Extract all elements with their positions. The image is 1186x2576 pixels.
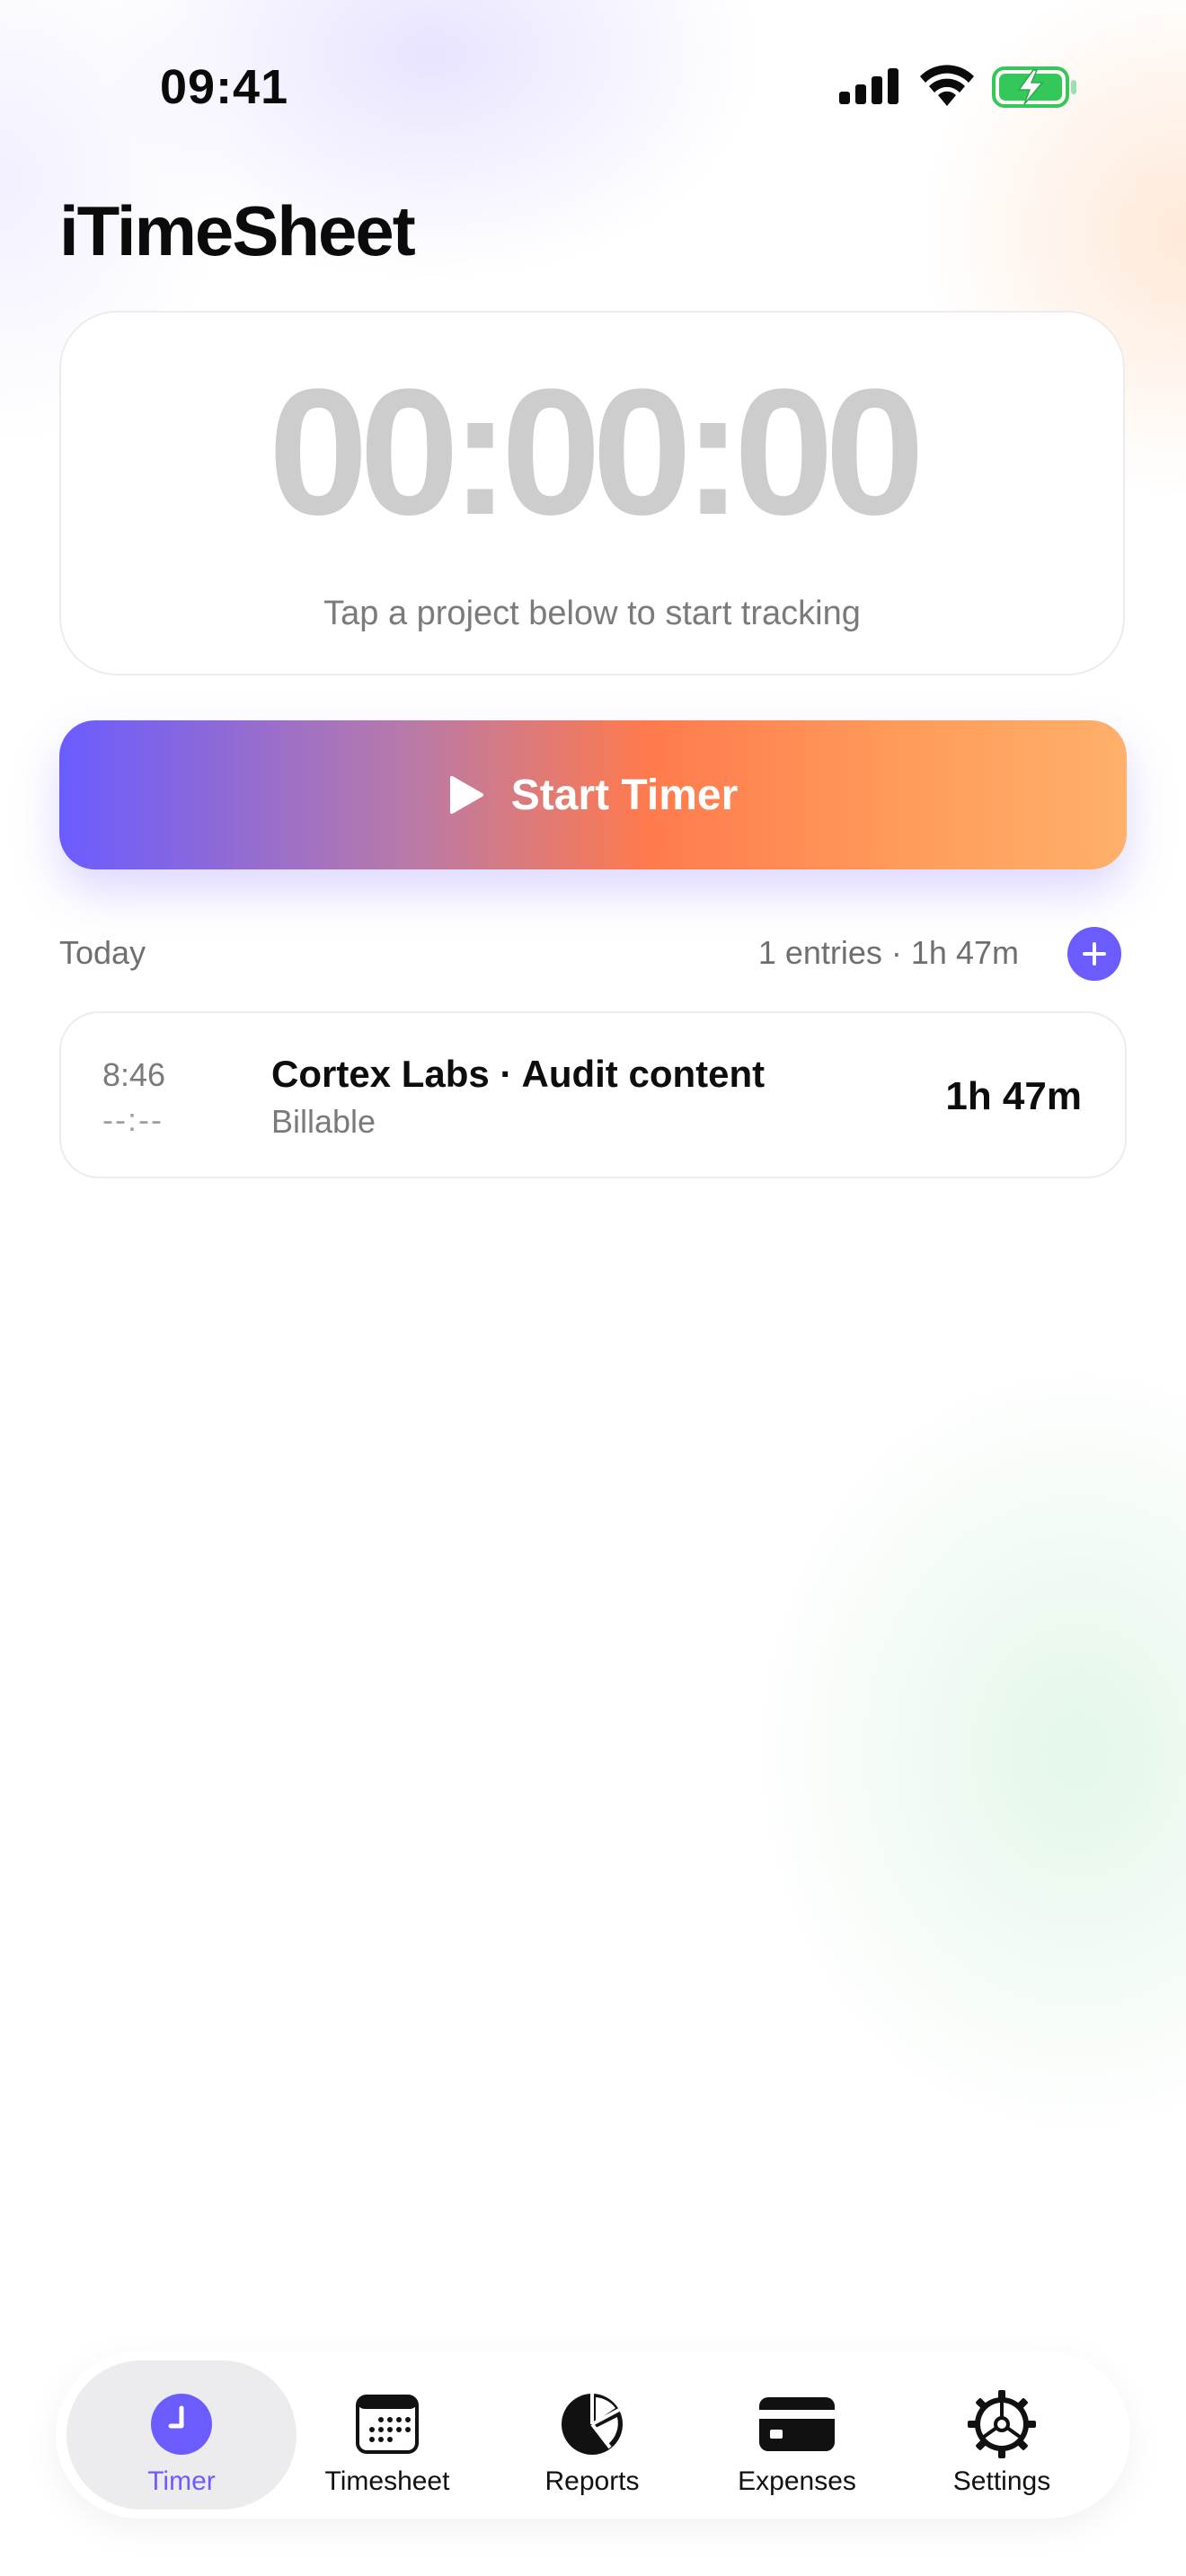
cellular-signal-icon	[839, 68, 898, 104]
tab-reports[interactable]: Reports	[489, 2360, 695, 2510]
play-icon	[449, 776, 483, 814]
start-timer-label: Start Timer	[510, 771, 739, 819]
time-entry-row[interactable]: 8:46 --:-- Cortex Labs · Audit content B…	[59, 1011, 1127, 1178]
tab-timesheet[interactable]: Timesheet	[284, 2360, 491, 2510]
battery-charging-icon	[992, 66, 1076, 108]
entry-duration: 1h 47m	[945, 1074, 1082, 1118]
tab-timer[interactable]: Timer	[66, 2360, 296, 2510]
tab-settings[interactable]: Settings	[898, 2360, 1105, 2510]
today-summary: 1 entries · 1h 47m	[757, 934, 1019, 971]
tab-expenses-label: Expenses	[738, 2466, 856, 2496]
timer-display: 00:00:00	[268, 352, 925, 552]
entry-title: Cortex Labs · Audit content	[271, 1053, 766, 1095]
entry-end-time: --:--	[102, 1101, 164, 1138]
timer-card: 00:00:00 Tap a project below to start tr…	[59, 311, 1125, 675]
gear-icon	[968, 2390, 1036, 2458]
tab-settings-label: Settings	[952, 2466, 1051, 2496]
credit-card-icon	[759, 2397, 835, 2451]
status-time: 09:41	[160, 60, 289, 114]
tab-bar: Timer Timesheet Reports Expenses Setting…	[56, 2351, 1130, 2519]
tab-timesheet-label: Timesheet	[324, 2466, 450, 2496]
wifi-icon	[920, 65, 974, 106]
app-title: iTimeSheet	[59, 191, 416, 270]
calendar-icon	[356, 2395, 419, 2454]
status-bar: 09:41	[0, 0, 1186, 171]
entry-billable-tag: Billable	[271, 1103, 376, 1140]
section-label-today: Today	[59, 934, 146, 971]
tab-reports-label: Reports	[544, 2466, 640, 2496]
timer-hint: Tap a project below to start tracking	[323, 595, 861, 632]
clock-icon	[151, 2394, 212, 2455]
tab-timer-label: Timer	[147, 2466, 216, 2496]
start-timer-button[interactable]: Start Timer	[59, 720, 1127, 869]
tab-expenses[interactable]: Expenses	[694, 2360, 900, 2510]
entry-start-time: 8:46	[102, 1056, 166, 1093]
pie-chart-icon	[562, 2394, 623, 2455]
plus-icon	[1083, 942, 1106, 966]
add-entry-button[interactable]	[1067, 927, 1121, 981]
